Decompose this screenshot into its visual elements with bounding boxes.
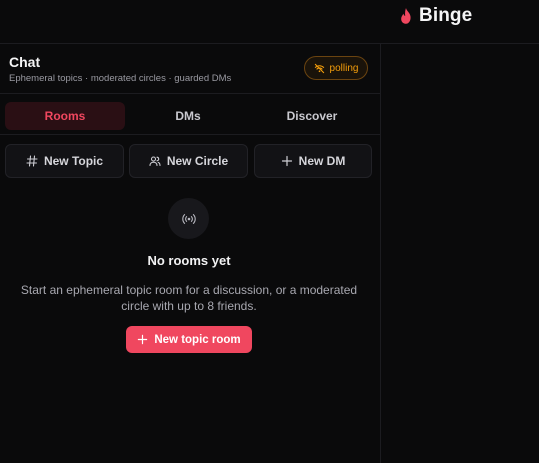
status-label: polling [329, 62, 359, 74]
empty-state-icon [168, 198, 209, 239]
new-topic-button[interactable]: New Topic [5, 144, 124, 178]
flame-icon [401, 8, 411, 24]
app-window: Binge Chat Ephemeral topics · moderated … [0, 0, 539, 463]
page-title: Chat [9, 54, 41, 70]
broadcast-icon [181, 213, 196, 224]
plus-icon [281, 155, 292, 167]
brand-logo[interactable]: Binge [399, 5, 472, 27]
chat-panel: Chat Ephemeral topics · moderated circle… [0, 44, 381, 463]
no-signal-icon [314, 63, 324, 73]
chat-header: Chat Ephemeral topics · moderated circle… [0, 44, 380, 94]
users-icon [149, 156, 161, 167]
empty-state-title: No rooms yet [147, 253, 231, 268]
empty-state-description: Start an ephemeral topic room for a disc… [20, 283, 358, 313]
new-dm-label: New DM [298, 154, 346, 168]
new-topic-room-label: New topic room [154, 333, 241, 346]
new-circle-label: New Circle [166, 154, 229, 168]
tab-discover[interactable]: Discover [252, 102, 372, 130]
status-badge: polling [304, 56, 368, 80]
hash-icon [26, 155, 38, 167]
brand-name: Binge [419, 5, 473, 26]
page-subtitle: Ephemeral topics · moderated circles · g… [9, 73, 232, 84]
new-dm-button[interactable]: New DM [254, 144, 372, 178]
plus-icon [138, 334, 148, 345]
new-topic-label: New Topic [43, 154, 104, 168]
tab-rooms[interactable]: Rooms [5, 102, 125, 130]
top-bar: Binge [0, 0, 539, 44]
new-circle-button[interactable]: New Circle [129, 144, 248, 178]
new-topic-room-button[interactable]: New topic room [126, 326, 252, 353]
tab-dms[interactable]: DMs [128, 102, 248, 130]
tab-bar: Rooms DMs Discover [0, 96, 381, 135]
